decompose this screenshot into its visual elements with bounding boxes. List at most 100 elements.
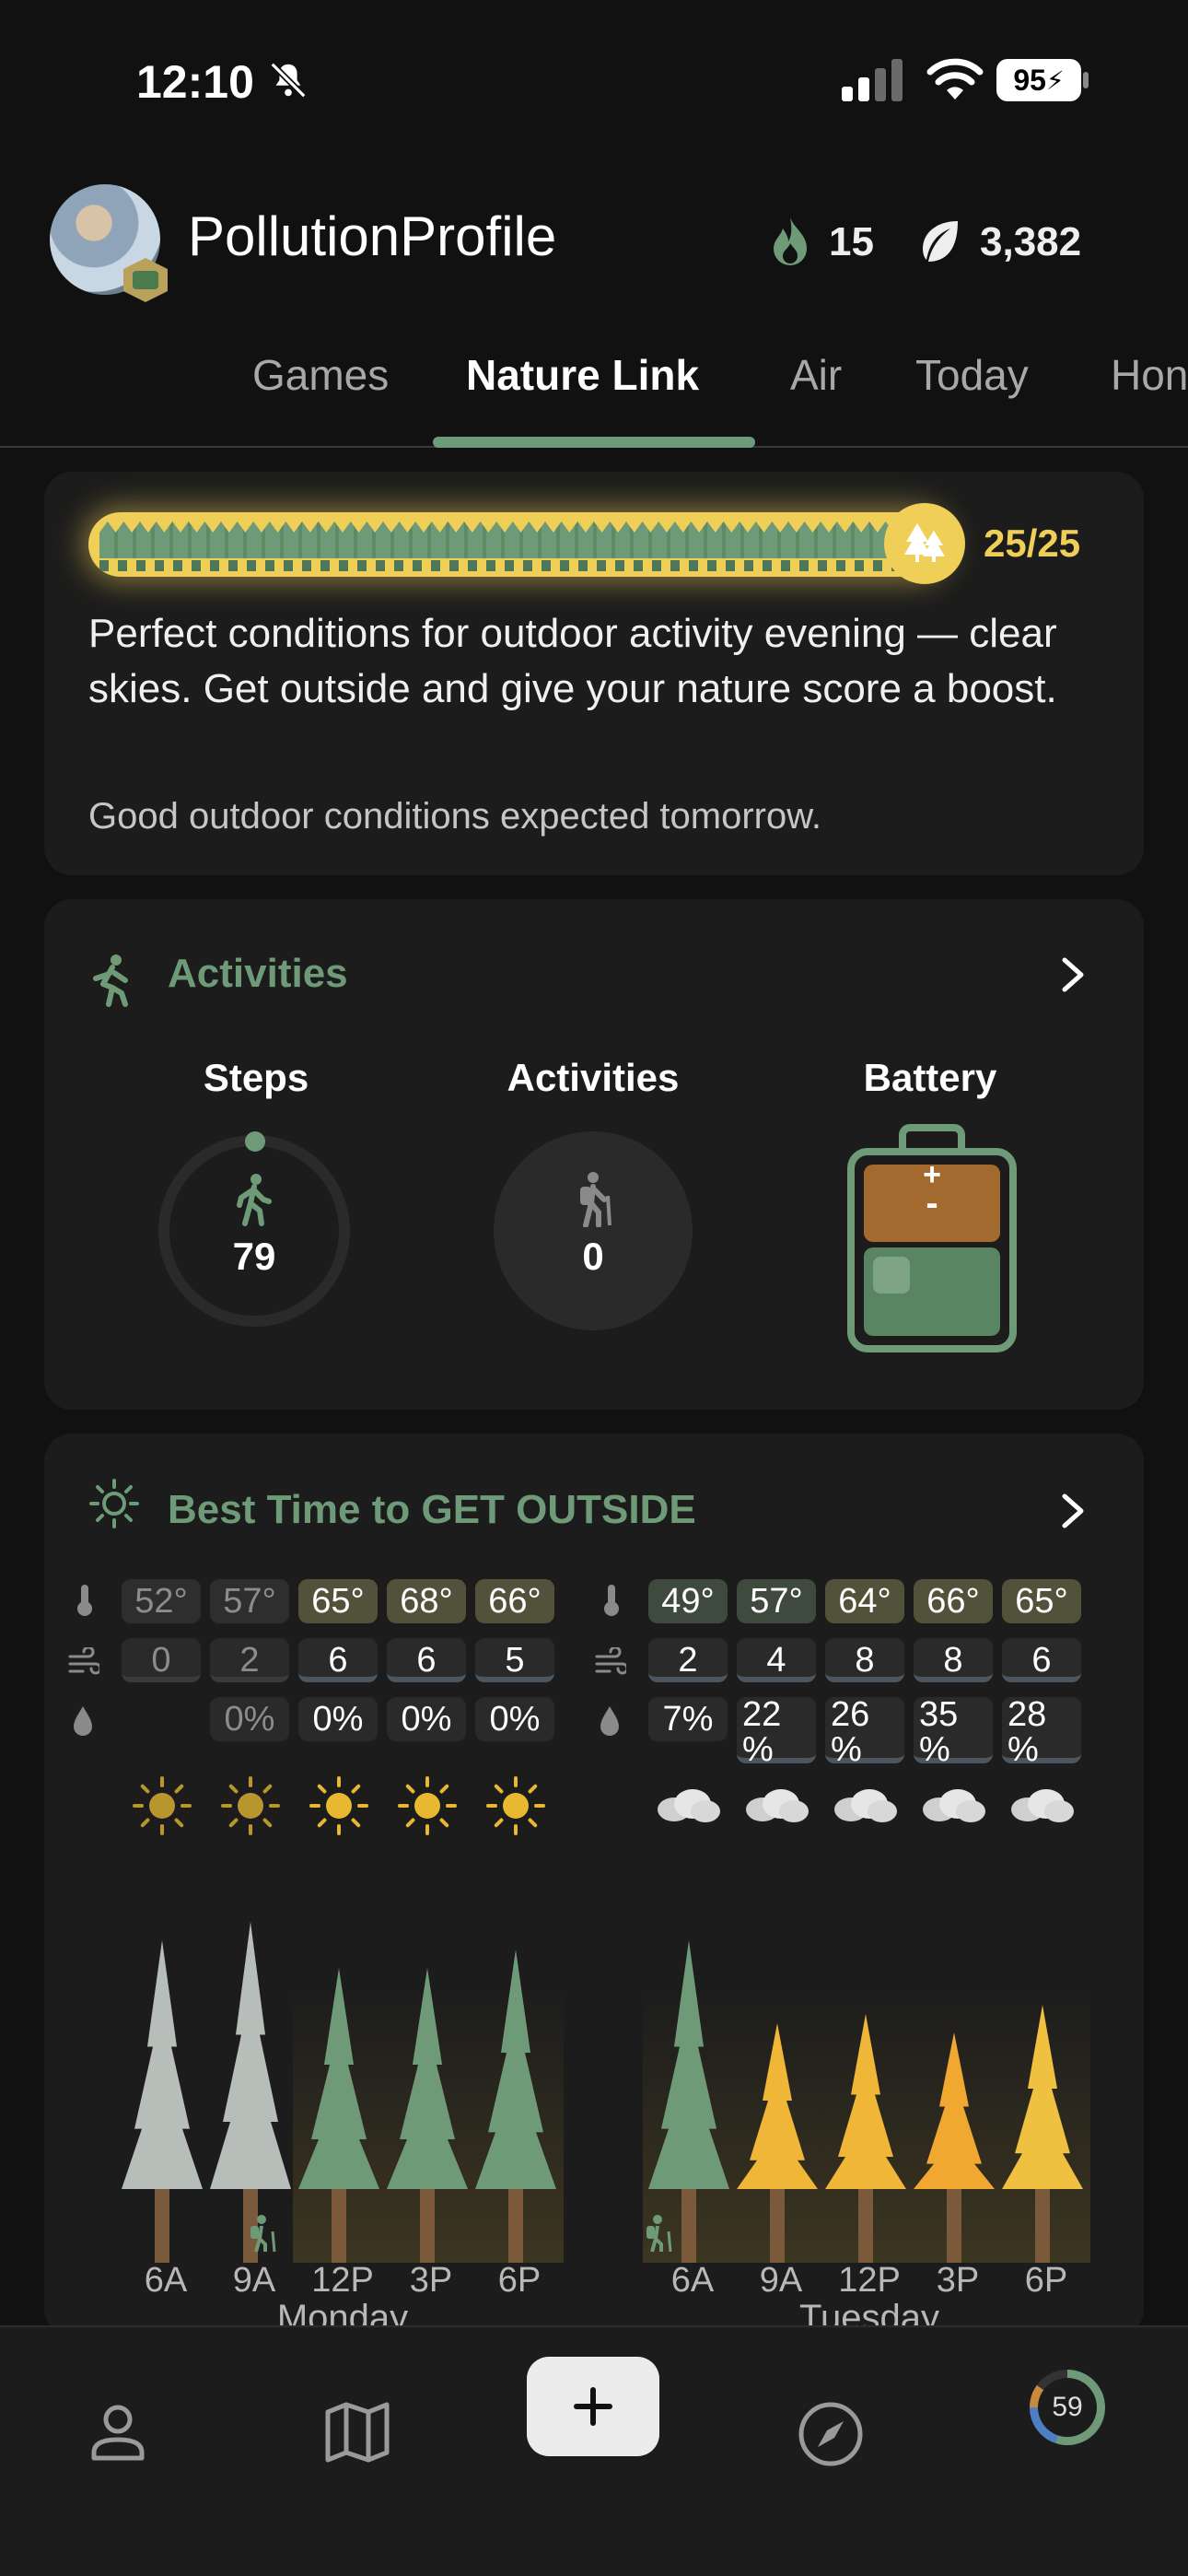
activities-card[interactable]: Activities Steps 79 Activities 0 Battery… [44, 899, 1144, 1410]
battery-charge-top: + - [864, 1157, 1000, 1242]
tab-today[interactable]: Today [915, 350, 1029, 400]
time-label: 6P [1024, 2261, 1068, 2300]
leaf-icon [923, 221, 958, 262]
moon-icon [1105, 1996, 1118, 2021]
compass-icon[interactable] [798, 2401, 864, 2467]
wind-cell: 6 [387, 1638, 466, 1682]
activities-label: Activities [507, 1056, 680, 1099]
cloud-icon [923, 1789, 985, 1822]
time-label: 6P [497, 2261, 542, 2300]
nature-description: Perfect conditions for outdoor activity … [88, 611, 1057, 711]
rain-chance-cell: 0% [387, 1697, 466, 1741]
rain-chance-cell: 22 % [737, 1697, 816, 1767]
trees-icon [884, 503, 965, 584]
cellular-signal-icon [842, 59, 903, 101]
tree-icon [122, 1940, 203, 2263]
time-label: 12P [311, 2261, 374, 2300]
thermometer-icon [604, 1585, 619, 1616]
chevron-right-icon[interactable] [1059, 954, 1087, 995]
score-ring-value: 59 [1038, 2378, 1097, 2437]
temperature-cell: 65° [1002, 1579, 1081, 1623]
wind-cell: 8 [825, 1638, 904, 1682]
active-tab-indicator [433, 437, 755, 448]
wind-icon [595, 1647, 626, 1675]
temperature-cell: 57° [210, 1579, 289, 1623]
tree-icon [210, 1922, 291, 2263]
temperature-cell: 68° [387, 1579, 466, 1623]
tab-bar: Games Nature Link Air Today Hon [0, 341, 1188, 448]
time-label: 6A [144, 2261, 188, 2300]
battery-nub [1083, 72, 1089, 88]
wind-cell: 5 [475, 1638, 554, 1682]
nature-score-card[interactable]: 25/25 Perfect conditions for outdoor act… [44, 472, 1144, 875]
battery-charge-bottom [864, 1247, 1000, 1336]
temperature-cell: 66° [475, 1579, 554, 1623]
tab-home[interactable]: Hon [1111, 350, 1188, 400]
tree-icon [387, 1968, 468, 2263]
nature-battery[interactable]: + - [847, 1148, 1017, 1352]
cloud-icon [746, 1789, 809, 1822]
tab-nature-link[interactable]: Nature Link [466, 350, 699, 400]
temperature-cell: 64° [825, 1579, 904, 1623]
thermometer-icon [77, 1585, 92, 1616]
steps-progress-dot [245, 1131, 265, 1152]
time-label: 9A [232, 2261, 276, 2300]
hiker-icon [580, 1172, 611, 1227]
tree-icon [825, 2014, 906, 2263]
walking-icon [237, 1174, 272, 1226]
time-label: 6A [670, 2261, 715, 2300]
temperature-cell: 49° [648, 1579, 728, 1623]
hiker-icon [250, 2215, 276, 2253]
temperature-cell: 66° [914, 1579, 993, 1623]
cloud-icon [658, 1789, 720, 1822]
nature-score-text: 25/25 [984, 521, 1081, 565]
activities-title: Activities [168, 951, 348, 996]
wind-cell: 2 [210, 1638, 289, 1682]
wind-cell: 4 [737, 1638, 816, 1682]
temperature-cell: 52° [122, 1579, 201, 1623]
raindrop-icon [74, 1706, 92, 1736]
rain-chance-cell: 35 % [914, 1697, 993, 1767]
wind-icon [68, 1647, 99, 1675]
status-time: 12:10 [136, 56, 254, 108]
nature-score-fill [99, 521, 910, 558]
rain-chance-cell: 7% [648, 1697, 728, 1741]
cloud-icon [1011, 1789, 1074, 1822]
add-button[interactable] [527, 2357, 659, 2456]
map-icon[interactable] [324, 2401, 390, 2464]
time-label: 9A [759, 2261, 803, 2300]
score-ring[interactable]: 59 [1030, 2370, 1105, 2445]
chevron-right-icon[interactable] [1059, 1491, 1087, 1531]
tree-icon [1002, 2005, 1083, 2263]
steps-ring[interactable] [158, 1135, 350, 1327]
tree-icon [475, 1950, 556, 2263]
bell-slash-icon [270, 62, 307, 99]
tab-air[interactable]: Air [790, 350, 842, 400]
time-label: 12P [838, 2261, 901, 2300]
time-label: 3P [409, 2261, 453, 2300]
sun-outline-icon [89, 1479, 139, 1528]
nature-forecast-note: Good outdoor conditions expected tomorro… [88, 796, 822, 837]
nature-score-base [99, 560, 910, 571]
rain-chance-cell: 0% [475, 1697, 554, 1741]
activities-value: 0 [582, 1235, 604, 1278]
cloud-icon [834, 1789, 897, 1822]
bottom-nav: 59 [0, 2325, 1188, 2576]
temperature-cell: 57° [737, 1579, 816, 1623]
profile-icon[interactable] [87, 2401, 149, 2464]
wifi-icon [926, 58, 984, 100]
battery-level: 95 [1013, 63, 1046, 97]
hiker-icon [646, 2215, 672, 2253]
tab-games[interactable]: Games [252, 350, 389, 400]
wind-cell: 0 [122, 1638, 201, 1682]
best-time-card[interactable]: Best Time to GET OUTSIDE 52° 0 6A 57° 2 0% 9A 6… [44, 1434, 1144, 2336]
wind-cell: 6 [1002, 1638, 1081, 1682]
rain-chance-cell: 28 % [1002, 1697, 1081, 1767]
steps-value: 79 [232, 1235, 276, 1278]
battery-highlight [873, 1257, 910, 1294]
rain-chance-cell: 0% [210, 1697, 289, 1741]
time-label: 3P [936, 2261, 980, 2300]
profile-name[interactable]: PollutionProfile [188, 205, 556, 268]
activities-circle[interactable] [494, 1131, 693, 1330]
raindrop-icon [600, 1706, 619, 1736]
